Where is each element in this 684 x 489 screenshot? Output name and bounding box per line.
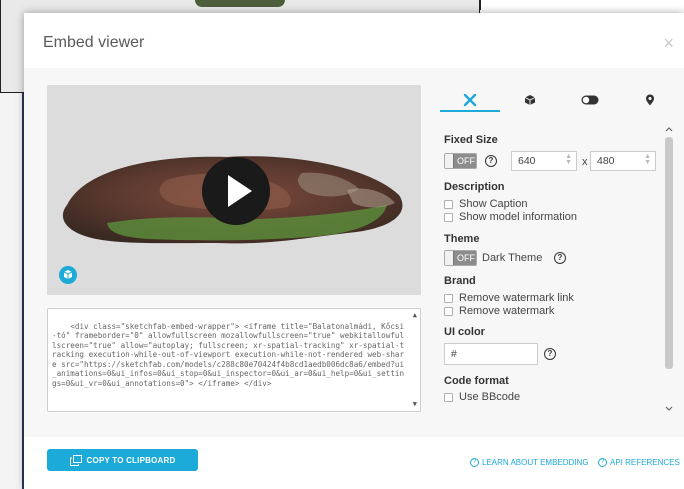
background-sidebar [480,0,684,10]
remove-watermark-link-label: Remove watermark link [459,292,574,304]
size-separator: x [582,156,588,168]
cube-icon [524,95,536,105]
use-bbcode-label: Use BBcode [459,391,521,403]
scroll-up-arrow-icon[interactable]: ▲ [413,311,417,321]
active-tab-indicator [440,110,500,112]
checkbox-box[interactable] [444,199,453,209]
embed-viewer-modal: Embed viewer × <div class="sketchfab-emb… [24,13,684,489]
tab-location[interactable] [620,85,680,115]
background-model-thumbnail [195,0,285,7]
dark-theme-help-icon[interactable]: ? [554,252,566,264]
api-references-link[interactable]: ? API REFERENCES [598,458,680,467]
ui-color-heading: UI color [444,326,485,338]
fixed-size-help-icon[interactable]: ? [485,155,497,167]
brand-heading: Brand [444,275,476,287]
dark-theme-toggle[interactable]: OFF [444,250,477,266]
model-preview[interactable] [47,85,421,295]
show-model-info-checkbox[interactable]: Show model information [444,211,577,223]
toggle-knob [445,154,454,168]
show-model-info-label: Show model information [459,211,578,223]
remove-watermark-link-checkbox[interactable]: Remove watermark link [444,292,574,304]
settings-scrollbar[interactable] [663,125,675,413]
toggle-icon [581,95,599,105]
dark-theme-label: Dark Theme [482,252,543,264]
ui-color-help-icon[interactable]: ? [544,348,556,360]
scrollbar-thumb[interactable] [665,137,673,369]
tab-model[interactable] [500,85,560,115]
sketchfab-logo-icon [59,266,77,284]
height-stepper-icon[interactable]: ▲ ▼ [644,153,651,166]
height-value: 480 [597,155,615,167]
fixed-size-toggle[interactable]: OFF [444,153,477,169]
tab-display[interactable] [560,85,620,115]
fixed-size-heading: Fixed Size [444,134,498,146]
width-value: 640 [518,155,536,167]
play-button[interactable] [202,157,270,225]
code-format-heading: Code format [444,375,509,387]
scroll-down-arrow-icon[interactable] [663,405,675,413]
toggle-state: OFF [457,253,475,263]
play-icon [228,175,252,207]
ui-color-input[interactable]: # [444,343,538,365]
width-stepper-icon[interactable]: ▲ ▼ [565,153,572,166]
description-heading: Description [444,181,505,193]
copy-to-clipboard-button[interactable]: COPY TO CLIPBOARD [47,449,198,471]
copy-icon [69,454,82,466]
embed-code-textarea[interactable]: <div class="sketchfab-embed-wrapper"> <i… [47,308,421,412]
api-references-label: API REFERENCES [610,458,680,467]
modal-title: Embed viewer [43,34,145,51]
theme-heading: Theme [444,233,480,245]
checkbox-box[interactable] [444,306,453,316]
checkbox-box[interactable] [444,392,453,402]
show-caption-label: Show Caption [459,198,528,210]
map-pin-icon [646,94,654,106]
settings-panel: Fixed Size OFF ? 640 ▲ ▼ x 480 ▲ ▼ Descrip… [440,125,678,413]
help-circle-icon: ? [470,458,479,467]
logo-cube-glyph [63,270,73,279]
remove-watermark-label: Remove watermark [459,305,555,317]
scroll-up-arrow-icon[interactable] [663,125,675,133]
embed-code-text: <div class="sketchfab-embed-wrapper"> <i… [52,321,405,388]
show-caption-checkbox[interactable]: Show Caption [444,198,528,210]
scroll-down-arrow-icon[interactable]: ▼ [413,400,417,410]
toggle-knob [445,251,454,265]
use-bbcode-checkbox[interactable]: Use BBcode [444,391,520,403]
remove-watermark-checkbox[interactable]: Remove watermark [444,305,554,317]
checkbox-box[interactable] [444,293,453,303]
checkbox-box[interactable] [444,212,453,222]
help-circle-icon: ? [598,458,607,467]
toggle-state: OFF [457,156,475,166]
ui-color-value: # [451,348,457,360]
width-input[interactable]: 640 ▲ ▼ [511,151,577,171]
close-icon[interactable]: × [663,33,674,54]
wrench-icon [463,93,477,107]
copy-button-label: COPY TO CLIPBOARD [86,455,176,465]
learn-embedding-label: LEARN ABOUT EMBEDDING [482,458,589,467]
height-input[interactable]: 480 ▲ ▼ [590,151,656,171]
learn-embedding-link[interactable]: ? LEARN ABOUT EMBEDDING [470,458,589,467]
